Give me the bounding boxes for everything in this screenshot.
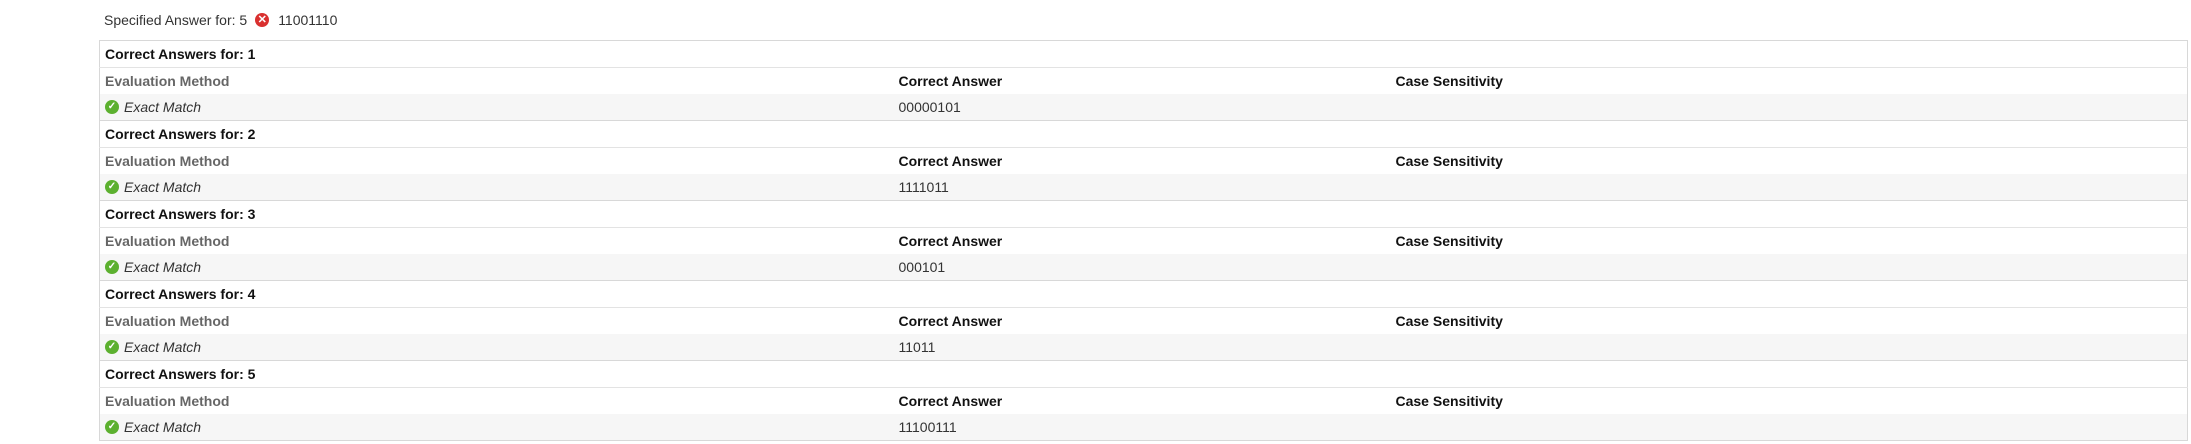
evaluation-method-header: Evaluation Method [99,307,894,334]
correct-answer-value: 11100111 [893,414,1391,441]
case-sensitivity-value [1390,94,2188,121]
column-headers: Evaluation Method Correct Answer Case Se… [99,307,2188,334]
check-icon: ✓ [105,340,119,354]
evaluation-method-header: Evaluation Method [99,387,894,414]
case-sensitivity-header: Case Sensitivity [1390,147,2188,174]
column-headers: Evaluation Method Correct Answer Case Se… [99,227,2188,254]
case-sensitivity-header: Case Sensitivity [1390,67,2188,94]
evaluation-method-value: Exact Match [124,339,202,355]
correct-answer-header: Correct Answer [893,147,1391,174]
correct-answer-header: Correct Answer [893,227,1391,254]
specified-answer: Specified Answer for: 5 ✕ 11001110 [99,0,2187,40]
incorrect-x-icon: ✕ [255,13,270,27]
evaluation-method-header: Evaluation Method [99,147,894,174]
column-headers: Evaluation Method Correct Answer Case Se… [99,67,2188,94]
correct-answer-header: Correct Answer [893,67,1391,94]
evaluation-method-cell: ✓ Exact Match [99,414,894,441]
answer-row: ✓ Exact Match 00000101 [99,94,2188,121]
case-sensitivity-header: Case Sensitivity [1390,387,2188,414]
group-header: Correct Answers for: 4 [99,280,2188,308]
group-title: Correct Answers for: 5 [99,360,2188,388]
case-sensitivity-header: Case Sensitivity [1390,227,2188,254]
group-title: Correct Answers for: 4 [99,280,2188,308]
case-sensitivity-header: Case Sensitivity [1390,307,2188,334]
evaluation-method-cell: ✓ Exact Match [99,94,894,121]
evaluation-method-header: Evaluation Method [99,227,894,254]
group-header: Correct Answers for: 2 [99,120,2188,148]
check-icon: ✓ [105,420,119,434]
evaluation-method-value: Exact Match [124,179,202,195]
answer-row: ✓ Exact Match 000101 [99,254,2188,281]
column-headers: Evaluation Method Correct Answer Case Se… [99,147,2188,174]
correct-answer-value: 00000101 [893,94,1391,121]
answer-row: ✓ Exact Match 11011 [99,334,2188,361]
specified-answer-value: 11001110 [278,12,338,28]
case-sensitivity-value [1390,414,2188,441]
column-headers: Evaluation Method Correct Answer Case Se… [99,387,2188,414]
group-title: Correct Answers for: 3 [99,200,2188,228]
correct-answer-header: Correct Answer [893,307,1391,334]
case-sensitivity-value [1390,334,2188,361]
case-sensitivity-value [1390,174,2188,201]
evaluation-method-value: Exact Match [124,99,202,115]
answer-row: ✓ Exact Match 1111011 [99,174,2188,201]
case-sensitivity-value [1390,254,2188,281]
evaluation-method-cell: ✓ Exact Match [99,254,894,281]
group-title: Correct Answers for: 2 [99,120,2188,148]
check-icon: ✓ [105,180,119,194]
evaluation-method-value: Exact Match [124,259,202,275]
evaluation-method-value: Exact Match [124,419,202,435]
correct-answer-header: Correct Answer [893,387,1391,414]
correct-answer-value: 11011 [893,334,1391,361]
evaluation-method-cell: ✓ Exact Match [99,334,894,361]
correct-answer-value: 1111011 [893,174,1391,201]
correct-answers-table: Correct Answers for: 1 Evaluation Method… [99,40,2188,441]
group-title: Correct Answers for: 1 [105,46,256,62]
group-header: Correct Answers for: 3 [99,200,2188,228]
evaluation-method-header: Evaluation Method [99,67,894,94]
check-icon: ✓ [105,100,119,114]
correct-answer-value: 000101 [893,254,1391,281]
group-header: Correct Answers for: 5 [99,360,2188,388]
specified-answer-label: Specified Answer for: 5 [104,12,248,28]
answer-panel: Specified Answer for: 5 ✕ 11001110 Corre… [99,0,2188,441]
answer-row: ✓ Exact Match 11100111 [99,414,2188,441]
check-icon: ✓ [105,260,119,274]
evaluation-method-cell: ✓ Exact Match [99,174,894,201]
group-header: Correct Answers for: 1 [100,41,2188,68]
